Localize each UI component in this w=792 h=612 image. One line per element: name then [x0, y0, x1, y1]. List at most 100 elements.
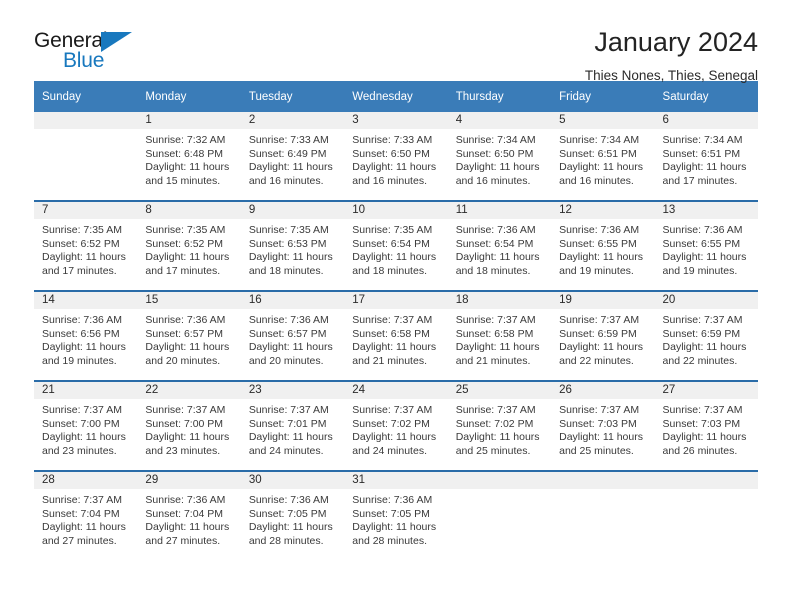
daylight-text-line2: and 20 minutes.	[248, 354, 324, 367]
day-cell[interactable]: 7 Sunrise: 7:35 AM Sunset: 6:52 PM Daylight…	[34, 202, 138, 290]
calendar-cell	[447, 470, 552, 560]
day-cell-empty	[34, 112, 138, 200]
weekday-header-thursday: Thursday	[447, 81, 552, 112]
day-number: 13	[654, 202, 758, 219]
day-cell[interactable]: 27 Sunrise: 7:37 AM Sunset: 7:03 PM Dayligh…	[654, 382, 758, 470]
day-cell[interactable]: 5 Sunrise: 7:34 AM Sunset: 6:51 PM Daylight…	[551, 112, 655, 200]
sunset-text: Sunset: 7:00 PM	[145, 417, 224, 430]
day-number: 10	[344, 202, 448, 219]
daylight-text-line2: and 15 minutes.	[145, 174, 221, 187]
day-number: 17	[344, 292, 448, 309]
day-cell[interactable]: 19 Sunrise: 7:37 AM Sunset: 6:59 PM Dayligh…	[551, 292, 655, 380]
day-cell[interactable]: 10 Sunrise: 7:35 AM Sunset: 6:54 PM Dayligh…	[344, 202, 448, 290]
day-cell[interactable]: 17 Sunrise: 7:37 AM Sunset: 6:58 PM Dayligh…	[344, 292, 448, 380]
sunset-text: Sunset: 6:52 PM	[145, 237, 224, 250]
day-cell[interactable]: 11 Sunrise: 7:36 AM Sunset: 6:54 PM Dayligh…	[447, 202, 552, 290]
day-cell[interactable]: 30 Sunrise: 7:36 AM Sunset: 7:05 PM Dayligh…	[240, 472, 345, 560]
daylight-text-line1: Daylight: 11 hours	[559, 341, 643, 354]
day-cell[interactable]: 12 Sunrise: 7:36 AM Sunset: 6:55 PM Dayligh…	[551, 202, 655, 290]
sunset-text: Sunset: 7:05 PM	[352, 507, 430, 520]
day-cell[interactable]: 21 Sunrise: 7:37 AM Sunset: 7:00 PM Dayligh…	[34, 382, 138, 470]
daylight-text-line1: Daylight: 11 hours	[662, 431, 747, 444]
day-details: Sunrise: 7:33 AM Sunset: 6:50 PM Daylight:…	[344, 129, 447, 188]
day-cell[interactable]: 13 Sunrise: 7:36 AM Sunset: 6:55 PM Dayligh…	[654, 202, 758, 290]
day-details: Sunrise: 7:36 AM Sunset: 6:57 PM Daylight:…	[241, 309, 344, 368]
day-cell[interactable]: 20 Sunrise: 7:37 AM Sunset: 6:59 PM Dayligh…	[654, 292, 758, 380]
sunrise-text: Sunrise: 7:37 AM	[42, 494, 122, 506]
calendar-cell: 30 Sunrise: 7:36 AM Sunset: 7:05 PM Dayligh…	[240, 470, 345, 560]
day-cell[interactable]: 23 Sunrise: 7:37 AM Sunset: 7:01 PM Dayligh…	[240, 382, 345, 470]
page-header: General Blue January 2024 Thies Nones, T…	[34, 0, 758, 83]
day-details: Sunrise: 7:32 AM Sunset: 6:48 PM Daylight:…	[137, 129, 240, 188]
daylight-text-line2: and 16 minutes.	[352, 174, 427, 187]
day-number: 26	[551, 382, 655, 399]
day-cell[interactable]: 4 Sunrise: 7:34 AM Sunset: 6:50 PM Daylight…	[447, 112, 552, 200]
calendar-cell: 20 Sunrise: 7:37 AM Sunset: 6:59 PM Dayligh…	[654, 290, 758, 381]
calendar-cell	[34, 112, 138, 201]
day-cell[interactable]: 2 Sunrise: 7:33 AM Sunset: 6:49 PM Daylight…	[240, 112, 345, 200]
day-details: Sunrise: 7:37 AM Sunset: 6:58 PM Daylight:…	[448, 309, 551, 368]
calendar-page: General Blue January 2024 Thies Nones, T…	[0, 0, 792, 612]
daylight-text-line2: and 17 minutes.	[42, 264, 117, 277]
day-number	[551, 472, 655, 489]
day-cell[interactable]: 9 Sunrise: 7:35 AM Sunset: 6:53 PM Daylight…	[240, 202, 345, 290]
day-details: Sunrise: 7:36 AM Sunset: 6:55 PM Daylight:…	[655, 219, 758, 278]
daylight-text-line1: Daylight: 11 hours	[352, 341, 437, 354]
day-cell[interactable]: 28 Sunrise: 7:37 AM Sunset: 7:04 PM Dayligh…	[34, 472, 138, 560]
daylight-text-line1: Daylight: 11 hours	[248, 521, 333, 534]
day-cell[interactable]: 18 Sunrise: 7:37 AM Sunset: 6:58 PM Dayligh…	[447, 292, 552, 380]
day-details: Sunrise: 7:33 AM Sunset: 6:49 PM Daylight:…	[241, 129, 344, 188]
day-cell[interactable]: 3 Sunrise: 7:33 AM Sunset: 6:50 PM Daylight…	[344, 112, 448, 200]
daylight-text-line2: and 25 minutes.	[455, 444, 531, 457]
day-cell[interactable]: 29 Sunrise: 7:36 AM Sunset: 7:04 PM Dayligh…	[137, 472, 241, 560]
calendar-cell: 22 Sunrise: 7:37 AM Sunset: 7:00 PM Dayligh…	[137, 380, 241, 471]
calendar-cell: 14 Sunrise: 7:36 AM Sunset: 6:56 PM Dayligh…	[34, 290, 138, 381]
calendar-header-row: Sunday Monday Tuesday Wednesday Thursday…	[34, 81, 758, 112]
sunrise-text: Sunrise: 7:35 AM	[352, 224, 433, 236]
day-number: 24	[344, 382, 448, 399]
daylight-text-line2: and 24 minutes.	[248, 444, 324, 457]
day-cell[interactable]: 14 Sunrise: 7:36 AM Sunset: 6:56 PM Dayligh…	[34, 292, 138, 380]
sunrise-text: Sunrise: 7:33 AM	[248, 134, 329, 146]
day-details: Sunrise: 7:36 AM Sunset: 7:05 PM Daylight:…	[241, 489, 344, 548]
weekday-header-saturday: Saturday	[654, 81, 758, 112]
daylight-text-line2: and 28 minutes.	[248, 534, 324, 547]
day-cell[interactable]: 15 Sunrise: 7:36 AM Sunset: 6:57 PM Dayligh…	[137, 292, 241, 380]
day-details: Sunrise: 7:37 AM Sunset: 7:01 PM Daylight:…	[241, 399, 344, 458]
sunrise-text: Sunrise: 7:36 AM	[248, 494, 329, 506]
daylight-text-line2: and 19 minutes.	[559, 264, 634, 277]
calendar-cell: 1 Sunrise: 7:32 AM Sunset: 6:48 PM Daylight…	[137, 112, 241, 201]
day-cell[interactable]: 25 Sunrise: 7:37 AM Sunset: 7:02 PM Dayligh…	[447, 382, 552, 470]
day-cell[interactable]: 16 Sunrise: 7:36 AM Sunset: 6:57 PM Dayligh…	[240, 292, 345, 380]
day-cell[interactable]: 6 Sunrise: 7:34 AM Sunset: 6:51 PM Daylight…	[654, 112, 758, 200]
calendar-cell: 28 Sunrise: 7:37 AM Sunset: 7:04 PM Dayligh…	[34, 470, 138, 560]
sunset-text: Sunset: 6:50 PM	[352, 147, 430, 160]
weekday-header-friday: Friday	[551, 81, 655, 112]
daylight-text-line1: Daylight: 11 hours	[455, 431, 540, 444]
day-cell[interactable]: 26 Sunrise: 7:37 AM Sunset: 7:03 PM Dayligh…	[551, 382, 655, 470]
day-cell[interactable]: 22 Sunrise: 7:37 AM Sunset: 7:00 PM Dayligh…	[137, 382, 241, 470]
sunrise-text: Sunrise: 7:36 AM	[662, 224, 743, 236]
daylight-text-line2: and 21 minutes.	[352, 354, 427, 367]
daylight-text-line2: and 16 minutes.	[248, 174, 324, 187]
day-cell[interactable]: 1 Sunrise: 7:32 AM Sunset: 6:48 PM Daylight…	[137, 112, 241, 200]
calendar-cell: 18 Sunrise: 7:37 AM Sunset: 6:58 PM Dayligh…	[447, 290, 552, 381]
sunset-text: Sunset: 7:01 PM	[248, 417, 327, 430]
day-number: 29	[137, 472, 241, 489]
day-cell[interactable]: 24 Sunrise: 7:37 AM Sunset: 7:02 PM Dayligh…	[344, 382, 448, 470]
daylight-text-line2: and 17 minutes.	[145, 264, 221, 277]
daylight-text-line1: Daylight: 11 hours	[145, 431, 230, 444]
day-details: Sunrise: 7:35 AM Sunset: 6:54 PM Daylight:…	[344, 219, 447, 278]
weekday-header-wednesday: Wednesday	[344, 81, 448, 112]
day-cell[interactable]: 31 Sunrise: 7:36 AM Sunset: 7:05 PM Dayligh…	[344, 472, 448, 560]
day-number: 4	[447, 112, 552, 129]
calendar-cell: 5 Sunrise: 7:34 AM Sunset: 6:51 PM Daylight…	[551, 112, 655, 201]
sunrise-text: Sunrise: 7:34 AM	[559, 134, 640, 146]
day-cell[interactable]: 8 Sunrise: 7:35 AM Sunset: 6:52 PM Daylight…	[137, 202, 241, 290]
calendar-body: 1 Sunrise: 7:32 AM Sunset: 6:48 PM Daylight…	[34, 112, 758, 560]
sunrise-text: Sunrise: 7:37 AM	[455, 404, 536, 416]
day-number: 19	[551, 292, 655, 309]
day-details: Sunrise: 7:34 AM Sunset: 6:50 PM Daylight:…	[448, 129, 551, 188]
daylight-text-line1: Daylight: 11 hours	[352, 251, 437, 264]
calendar-cell: 13 Sunrise: 7:36 AM Sunset: 6:55 PM Dayligh…	[654, 200, 758, 291]
